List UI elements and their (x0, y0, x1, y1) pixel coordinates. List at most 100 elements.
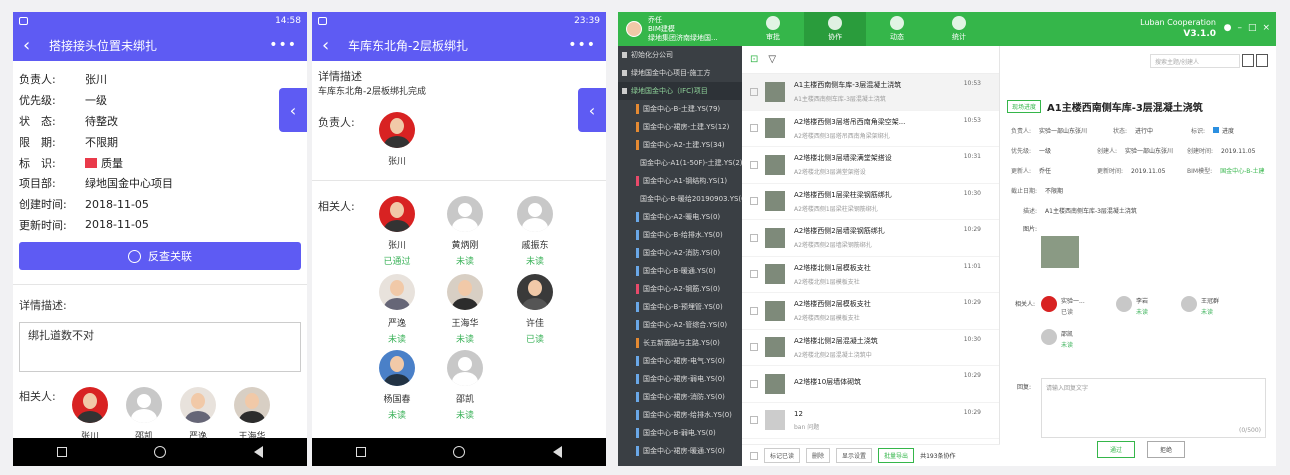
tree-item[interactable]: 国金中心-裙房-土建.YS(12) (618, 118, 742, 136)
tree-item[interactable]: 国金中心-裙房-给排水.YS(0) (618, 406, 742, 424)
grid-view-icon[interactable] (1256, 54, 1268, 67)
checkbox[interactable] (750, 124, 758, 133)
delete-button[interactable]: 删除 (806, 448, 831, 463)
related-person[interactable]: 黄炳刚 未读 (435, 196, 495, 267)
nav-activity[interactable]: 动态 (866, 12, 928, 46)
more-options-icon[interactable]: ••• (568, 37, 596, 53)
brand: Luban Cooperation V3.1.0 (1140, 17, 1216, 40)
checkbox[interactable] (750, 306, 758, 315)
tree-item[interactable]: 国金中心-B-暖给20190903.YS(0) (618, 190, 742, 208)
tree-item[interactable]: 国金中心-裙房-暖通.YS(0) (618, 442, 742, 460)
recent-apps-icon[interactable] (56, 447, 67, 457)
minimize-icon[interactable]: – (1237, 23, 1242, 33)
related-person[interactable]: 严逸 (168, 387, 228, 442)
checkbox[interactable] (750, 160, 758, 169)
total-count: 共193条协作 (920, 453, 956, 460)
reverse-lookup-button[interactable]: 反查关联 (19, 242, 301, 270)
recent-apps-icon[interactable] (355, 447, 366, 457)
maximize-icon[interactable]: □ (1248, 23, 1257, 33)
filter-icon[interactable]: ▽ (768, 54, 776, 65)
tree-item[interactable]: 国金中心-B-预埋管.YS(0) (618, 298, 742, 316)
more-options-icon[interactable]: ••• (269, 37, 297, 53)
reject-button[interactable]: 拒绝 (1147, 441, 1186, 458)
select-all-checkbox[interactable] (750, 451, 758, 460)
close-icon[interactable]: × (1262, 23, 1270, 33)
reply-textarea[interactable]: 请输入回复文字 (0/500) (1041, 378, 1266, 438)
list-item[interactable]: 12 ban 问题 10:29 (742, 403, 999, 439)
nav-approval[interactable]: 审批 (742, 12, 804, 46)
related-person[interactable]: 邵凯 (114, 387, 174, 442)
list-item[interactable]: A1主楼西南侧车库-3层混凝土浇筑 A1主楼西南侧车库-3层混凝土浇筑 10:53 (742, 74, 999, 111)
related-person[interactable]: 李岩 未读 (1116, 296, 1176, 316)
tree-item[interactable]: 国金中心-A2-暖电.YS(0) (618, 208, 742, 226)
list-item[interactable]: A2塔楼西侧2层墙梁钢筋绑扎 A2塔楼西侧2层墙梁钢筋绑扎 10:29 (742, 220, 999, 257)
tree-item[interactable]: 初始化分公司 (618, 46, 742, 64)
checkbox[interactable] (750, 379, 758, 388)
home-icon[interactable] (154, 446, 167, 458)
tree-item[interactable]: 国金中心-裙房-消防.YS(0) (618, 388, 742, 406)
batch-export-button[interactable]: 批量导出 (878, 448, 915, 463)
checkbox[interactable] (750, 416, 758, 425)
related-person[interactable]: 张川 已通过 (367, 196, 427, 267)
related-person[interactable]: 严逸 未读 (367, 274, 427, 345)
list-item[interactable]: A2塔楼10层墙体砌筑 10:29 (742, 366, 999, 403)
user-panel[interactable]: 乔任 BIM建模 绿地集团济南绿地国... (618, 16, 742, 43)
back-triangle-icon[interactable] (553, 446, 563, 458)
tree-item[interactable]: 国金中心-A2-土建.YS(34) (618, 136, 742, 154)
list-item[interactable]: A2塔楼北侧2层混凝土浇筑 A2塔楼北侧2层混凝土浇筑中 10:30 (742, 330, 999, 366)
checkbox[interactable] (750, 197, 758, 206)
tree-item[interactable]: 国金中心-裙房-电气.YS(0) (618, 352, 742, 370)
list-item[interactable]: A2塔楼西侧3层塔吊西南角梁空架... A2塔楼西侧3层塔吊西南角梁架绑扎 10:5… (742, 111, 999, 147)
related-person[interactable]: 张川 (60, 387, 120, 442)
tree-item[interactable]: 国金中心-A1(1-50F)-土建.YS(2) (618, 154, 742, 172)
list-item[interactable]: A2塔楼北侧1层模板支社 A2塔楼北侧1层模板支社 11:01 (742, 257, 999, 293)
back-triangle-icon[interactable] (254, 446, 264, 458)
nav-cooperation[interactable]: 协作 (804, 12, 866, 46)
home-icon[interactable] (453, 446, 466, 458)
tree-item[interactable]: 国金中心-B-弱电.YS(0) (618, 424, 742, 442)
chat-icon[interactable]: ● (1224, 23, 1232, 33)
checkbox[interactable] (750, 343, 758, 352)
bim-model-link[interactable]: 国金中心-B-土建 (1220, 168, 1264, 175)
owner-person[interactable]: 张川 (367, 112, 427, 167)
tree-item-selected[interactable]: 绿地国金中心（IFC)项目 (618, 82, 742, 100)
tree-item[interactable]: 长五新面路与主路.YS(0) (618, 334, 742, 352)
list-item[interactable]: A2塔楼西侧1层梁柱梁钢筋绑扎 A2塔楼西侧1层梁柱梁钢筋绑扎 10:30 (742, 184, 999, 220)
tree-item[interactable]: 国金中心-A2-消防.YS(0) (618, 244, 742, 262)
tree-item[interactable]: 国金中心-A1-钢结构.YS(1) (618, 172, 742, 190)
mark-read-button[interactable]: 标记已读 (764, 448, 801, 463)
related-person[interactable]: 戚振东 未读 (505, 196, 565, 267)
related-person[interactable]: 王海华 未读 (435, 274, 495, 345)
related-person[interactable]: 实验一... 已读 (1041, 296, 1101, 316)
nav-statistics[interactable]: 统计 (928, 12, 990, 46)
desc-textarea[interactable]: 绑扎道数不对 (19, 322, 301, 372)
checkbox[interactable] (750, 233, 758, 242)
list-item[interactable]: A2塔楼西侧2层模板支社 A2塔楼西侧2层模板支社 10:29 (742, 293, 999, 330)
side-panel-tab[interactable]: ‹ (279, 88, 307, 132)
checkbox[interactable] (750, 270, 758, 279)
related-person[interactable]: 杨国春 未读 (367, 350, 427, 421)
display-settings-button[interactable]: 显示设置 (836, 448, 873, 463)
tree-item[interactable]: 国金中心-A2-钢筋.YS(0) (618, 280, 742, 298)
related-person[interactable]: 邵凯 未读 (435, 350, 495, 421)
photo-thumbnail[interactable] (1041, 236, 1079, 268)
back-arrow-icon[interactable]: ‹ (23, 35, 49, 56)
related-person[interactable]: 王冠群 未读 (1181, 296, 1241, 316)
back-arrow-icon[interactable]: ‹ (322, 35, 348, 56)
related-person[interactable]: 许佳 已读 (505, 274, 565, 345)
tree-item[interactable]: 国金中心-B-土建.YS(79) (618, 100, 742, 118)
tree-item[interactable]: 国金中心-B-给排水.YS(0) (618, 226, 742, 244)
related-person[interactable]: 邵凯 未读 (1041, 329, 1101, 349)
list-view-icon[interactable] (1242, 54, 1254, 67)
search-input[interactable]: 搜索主题/创建人 (1150, 54, 1240, 68)
tree-item[interactable]: 绿地国金中心项目-施工方 (618, 64, 742, 82)
side-panel-tab[interactable]: ‹ (578, 88, 606, 132)
tree-item[interactable]: 国金中心-裙房-弱电.YS(0) (618, 370, 742, 388)
list-item[interactable]: A2塔楼北侧3层墙梁满堂架搭设 A2塔楼北侧3层满堂架搭设 10:31 (742, 147, 999, 184)
approve-button[interactable]: 通过 (1097, 441, 1136, 458)
related-person[interactable]: 王海华 (222, 387, 282, 442)
checkbox[interactable] (750, 87, 758, 96)
new-item-icon[interactable]: ⊡ (750, 54, 758, 65)
tree-item[interactable]: 国金中心-B-暖通.YS(0) (618, 262, 742, 280)
tree-item[interactable]: 国金中心-A2-管综合.YS(0) (618, 316, 742, 334)
